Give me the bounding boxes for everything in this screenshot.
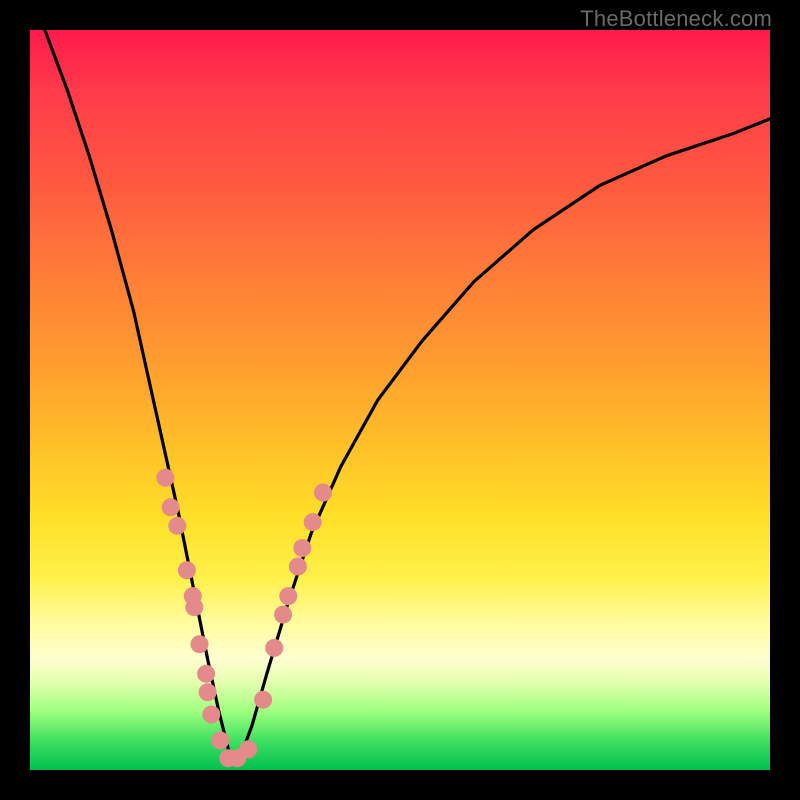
data-point (178, 561, 196, 579)
data-point (162, 498, 180, 516)
bottleneck-curve (45, 30, 770, 755)
attribution-label: TheBottleneck.com (580, 6, 772, 32)
chart-plot-area (30, 30, 770, 770)
data-point (191, 635, 209, 653)
data-point (211, 731, 229, 749)
data-point (185, 598, 203, 616)
data-point (254, 691, 272, 709)
data-point (265, 639, 283, 657)
data-point (279, 587, 297, 605)
data-point (156, 469, 174, 487)
chart-frame: TheBottleneck.com (0, 0, 800, 800)
data-point (274, 606, 292, 624)
data-point (314, 484, 332, 502)
scatter-points (156, 469, 332, 768)
data-point (199, 683, 217, 701)
data-point (304, 513, 322, 531)
data-point (168, 517, 186, 535)
data-point (202, 706, 220, 724)
data-point (293, 539, 311, 557)
data-point (239, 740, 257, 758)
data-point (197, 665, 215, 683)
chart-svg (30, 30, 770, 770)
data-point (289, 558, 307, 576)
